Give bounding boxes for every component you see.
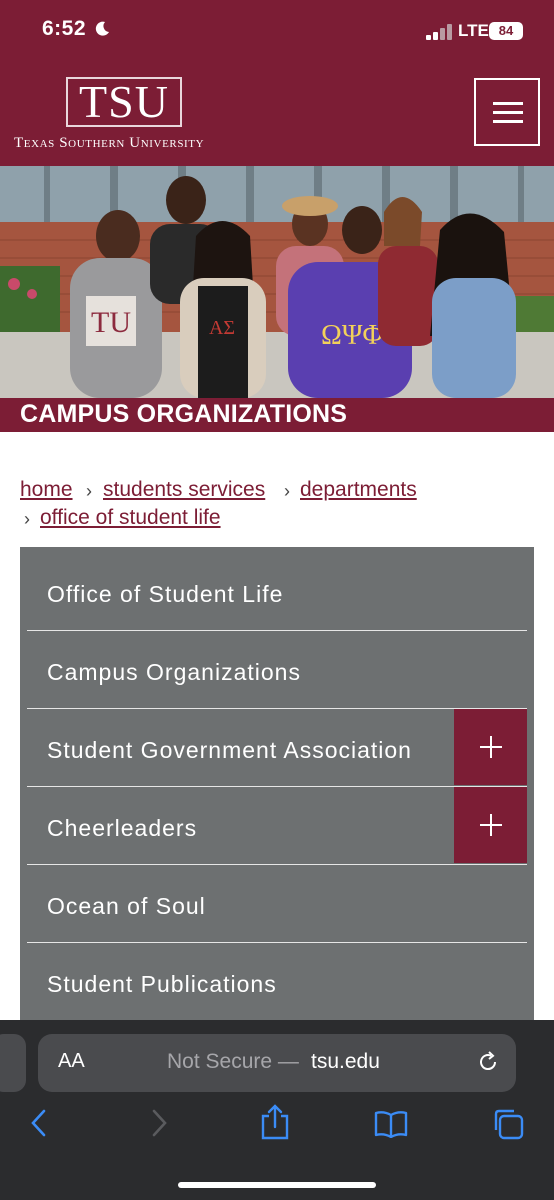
menu-item-student-government-association[interactable]: Student Government Association bbox=[27, 709, 527, 787]
hamburger-menu-icon-line bbox=[493, 120, 523, 123]
url-domain: tsu.edu bbox=[311, 1050, 380, 1073]
expand-plus-icon[interactable] bbox=[454, 787, 527, 863]
battery-indicator: 84 bbox=[489, 22, 523, 40]
menu-item-label: Student Publications bbox=[47, 971, 277, 997]
breadcrumb-students-services-link[interactable]: students services bbox=[103, 478, 265, 502]
do-not-disturb-moon-icon bbox=[95, 21, 109, 36]
svg-text:TU: TU bbox=[91, 306, 131, 339]
cellular-signal-icon bbox=[426, 24, 452, 40]
share-icon[interactable] bbox=[260, 1104, 290, 1140]
chevron-right-icon: › bbox=[24, 509, 30, 529]
home-indicator[interactable] bbox=[178, 1182, 376, 1188]
page-settings-aa-button[interactable]: AA bbox=[58, 1050, 85, 1073]
reload-icon[interactable] bbox=[476, 1050, 500, 1074]
svg-text:ΑΣ: ΑΣ bbox=[209, 317, 235, 339]
network-type: LTE bbox=[458, 21, 489, 40]
chevron-right-icon: › bbox=[86, 481, 92, 501]
menu-item-campus-organizations[interactable]: Campus Organizations bbox=[27, 631, 527, 709]
university-name: Texas Southern University bbox=[14, 135, 204, 152]
menu-item-office-of-student-life[interactable]: Office of Student Life bbox=[27, 553, 527, 631]
hamburger-menu-button[interactable] bbox=[474, 78, 540, 146]
breadcrumb-home-link[interactable]: home bbox=[20, 478, 73, 502]
page-title: CAMPUS ORGANIZATIONS bbox=[20, 400, 348, 428]
breadcrumb-office-of-student-life-link[interactable]: office of student life bbox=[40, 506, 221, 530]
hero-photo: TU ΑΣ ΩΨΦ bbox=[0, 166, 554, 398]
menu-item-ocean-of-soul[interactable]: Ocean of Soul bbox=[27, 865, 527, 943]
section-nav-menu: Office of Student Life Campus Organizati… bbox=[20, 547, 534, 1021]
menu-item-cheerleaders[interactable]: Cheerleaders bbox=[27, 787, 527, 865]
tsu-logo[interactable]: TSU bbox=[66, 76, 182, 128]
students-photo-illustration: TU ΑΣ ΩΨΦ bbox=[0, 166, 554, 398]
menu-item-label: Cheerleaders bbox=[47, 815, 198, 841]
menu-item-label: Campus Organizations bbox=[47, 659, 301, 685]
breadcrumb-departments-link[interactable]: departments bbox=[300, 478, 417, 502]
bookmarks-icon[interactable] bbox=[374, 1110, 408, 1138]
previous-tab-preview[interactable] bbox=[0, 1034, 26, 1092]
status-time: 6:52 bbox=[42, 17, 87, 40]
forward-icon bbox=[152, 1109, 167, 1137]
menu-item-student-publications[interactable]: Student Publications bbox=[27, 943, 527, 1021]
menu-item-label: Ocean of Soul bbox=[47, 893, 206, 919]
university-name-text: Texas Southern University bbox=[14, 135, 205, 151]
chevron-right-icon: › bbox=[284, 481, 290, 501]
expand-plus-icon[interactable] bbox=[454, 709, 527, 785]
hamburger-menu-icon bbox=[493, 102, 523, 105]
security-warning: Not Secure — bbox=[167, 1050, 299, 1073]
back-icon[interactable] bbox=[28, 1108, 50, 1138]
hamburger-menu-icon-line bbox=[493, 111, 523, 114]
aa-label: AA bbox=[58, 1050, 85, 1072]
tabs-icon[interactable] bbox=[492, 1108, 524, 1140]
menu-item-label: Office of Student Life bbox=[47, 581, 284, 607]
svg-text:ΩΨΦ: ΩΨΦ bbox=[321, 320, 383, 351]
menu-item-label: Student Government Association bbox=[47, 737, 412, 763]
